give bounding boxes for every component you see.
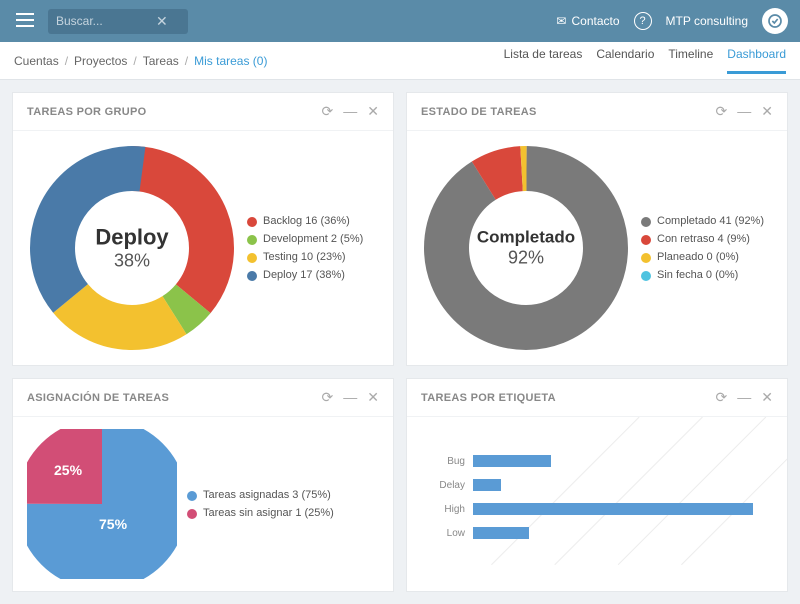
bar-row: Low [431,521,753,545]
crumb-mis-tareas[interactable]: Mis tareas (0) [194,54,267,68]
card-etiqueta: TAREAS POR ETIQUETA ⟳ — ✕ Bug Delay High… [406,378,788,592]
refresh-icon[interactable]: ⟳ [322,389,334,406]
card-actions: ⟳ — ✕ [322,389,379,406]
legend-item: Sin fecha 0 (0%) [641,269,764,281]
refresh-icon[interactable]: ⟳ [716,103,728,120]
breadcrumb: Cuentas/ Proyectos/ Tareas/ Mis tareas (… [14,54,267,68]
card-head: TAREAS POR ETIQUETA ⟳ — ✕ [407,379,787,417]
donut-label: Completado [477,228,575,248]
card-head: ASIGNACIÓN DE TAREAS ⟳ — ✕ [13,379,393,417]
mail-icon: ✉ [556,14,566,28]
donut-chart: Completado 92% [421,143,631,353]
clear-icon[interactable]: ✕ [156,13,168,30]
refresh-icon[interactable]: ⟳ [322,103,334,120]
dashboard-grid: TAREAS POR GRUPO ⟳ — ✕ Deploy 38% [0,80,800,604]
legend-item: Deploy 17 (38%) [247,269,363,281]
card-title: TAREAS POR ETIQUETA [421,392,556,404]
tab-timeline[interactable]: Timeline [668,47,713,74]
crumb-tareas[interactable]: Tareas [143,54,179,68]
avatar[interactable] [762,8,788,34]
dot-icon [247,217,257,227]
bar-row: High [431,497,753,521]
legend: Backlog 16 (36%) Development 2 (5%) Test… [247,215,363,281]
topbar-right: ✉ Contacto ? MTP consulting [556,8,788,34]
contact-link[interactable]: ✉ Contacto [556,14,619,28]
card-body: Deploy 38% Backlog 16 (36%) Development … [13,131,393,365]
crumb-cuentas[interactable]: Cuentas [14,54,59,68]
card-actions: ⟳ — ✕ [322,103,379,120]
dot-icon [247,271,257,281]
card-tareas-grupo: TAREAS POR GRUPO ⟳ — ✕ Deploy 38% [12,92,394,366]
card-estado-tareas: ESTADO DE TAREAS ⟳ — ✕ Completado 92% [406,92,788,366]
card-title: ASIGNACIÓN DE TAREAS [27,392,169,404]
donut-center: Deploy 38% [95,225,168,272]
legend-item: Backlog 16 (36%) [247,215,363,227]
dot-icon [641,217,651,227]
legend-item: Tareas sin asignar 1 (25%) [187,507,334,519]
help-icon[interactable]: ? [634,12,652,30]
bar-fill [473,455,551,467]
close-icon[interactable]: ✕ [761,103,773,120]
donut-center: Completado 92% [477,228,575,269]
dot-icon [641,271,651,281]
minimize-icon[interactable]: — [343,389,357,406]
dot-icon [187,509,197,519]
contact-label: Contacto [571,14,619,28]
card-asignacion: ASIGNACIÓN DE TAREAS ⟳ — ✕ 75% 25% Tarea… [12,378,394,592]
dot-icon [641,253,651,263]
card-title: ESTADO DE TAREAS [421,106,537,118]
card-body: 75% 25% Tareas asignadas 3 (75%) Tareas … [13,417,393,591]
donut-chart: Deploy 38% [27,143,237,353]
crumb-proyectos[interactable]: Proyectos [74,54,127,68]
tabs: Lista de tareas Calendario Timeline Dash… [504,47,786,74]
minimize-icon[interactable]: — [343,103,357,120]
card-body: Completado 92% Completado 41 (92%) Con r… [407,131,787,365]
legend-item: Tareas asignadas 3 (75%) [187,489,334,501]
card-body: Bug Delay High Low [407,417,787,577]
legend: Completado 41 (92%) Con retraso 4 (9%) P… [641,215,764,281]
donut-value: 92% [477,248,575,269]
refresh-icon[interactable]: ⟳ [716,389,728,406]
dot-icon [247,253,257,263]
card-actions: ⟳ — ✕ [716,103,773,120]
bar-fill [473,503,753,515]
card-head: TAREAS POR GRUPO ⟳ — ✕ [13,93,393,131]
bar-row: Bug [431,449,753,473]
bar-fill [473,527,529,539]
tab-calendario[interactable]: Calendario [596,47,654,74]
pie-chart: 75% 25% [27,429,177,579]
bar-fill [473,479,501,491]
legend-item: Testing 10 (23%) [247,251,363,263]
menu-icon[interactable] [12,9,38,34]
card-head: ESTADO DE TAREAS ⟳ — ✕ [407,93,787,131]
subbar: Cuentas/ Proyectos/ Tareas/ Mis tareas (… [0,42,800,80]
close-icon[interactable]: ✕ [367,389,379,406]
bar-chart: Bug Delay High Low [421,439,773,555]
close-icon[interactable]: ✕ [761,389,773,406]
search-input[interactable] [56,14,156,28]
close-icon[interactable]: ✕ [367,103,379,120]
legend-item: Planeado 0 (0%) [641,251,764,263]
org-label: MTP consulting [666,14,748,28]
dot-icon [187,491,197,501]
dot-icon [641,235,651,245]
dot-icon [247,235,257,245]
bar-row: Delay [431,473,753,497]
pie-label-b: 25% [54,462,82,478]
tab-dashboard[interactable]: Dashboard [727,47,786,74]
donut-value: 38% [95,251,168,272]
tab-lista[interactable]: Lista de tareas [504,47,583,74]
card-actions: ⟳ — ✕ [716,389,773,406]
card-title: TAREAS POR GRUPO [27,106,147,118]
legend-item: Con retraso 4 (9%) [641,233,764,245]
legend: Tareas asignadas 3 (75%) Tareas sin asig… [187,489,334,519]
minimize-icon[interactable]: — [737,389,751,406]
legend-item: Completado 41 (92%) [641,215,764,227]
legend-item: Development 2 (5%) [247,233,363,245]
topbar: ✕ ✉ Contacto ? MTP consulting [0,0,800,42]
donut-label: Deploy [95,225,168,251]
pie-label-a: 75% [99,516,127,532]
search-box[interactable]: ✕ [48,9,188,34]
minimize-icon[interactable]: — [737,103,751,120]
